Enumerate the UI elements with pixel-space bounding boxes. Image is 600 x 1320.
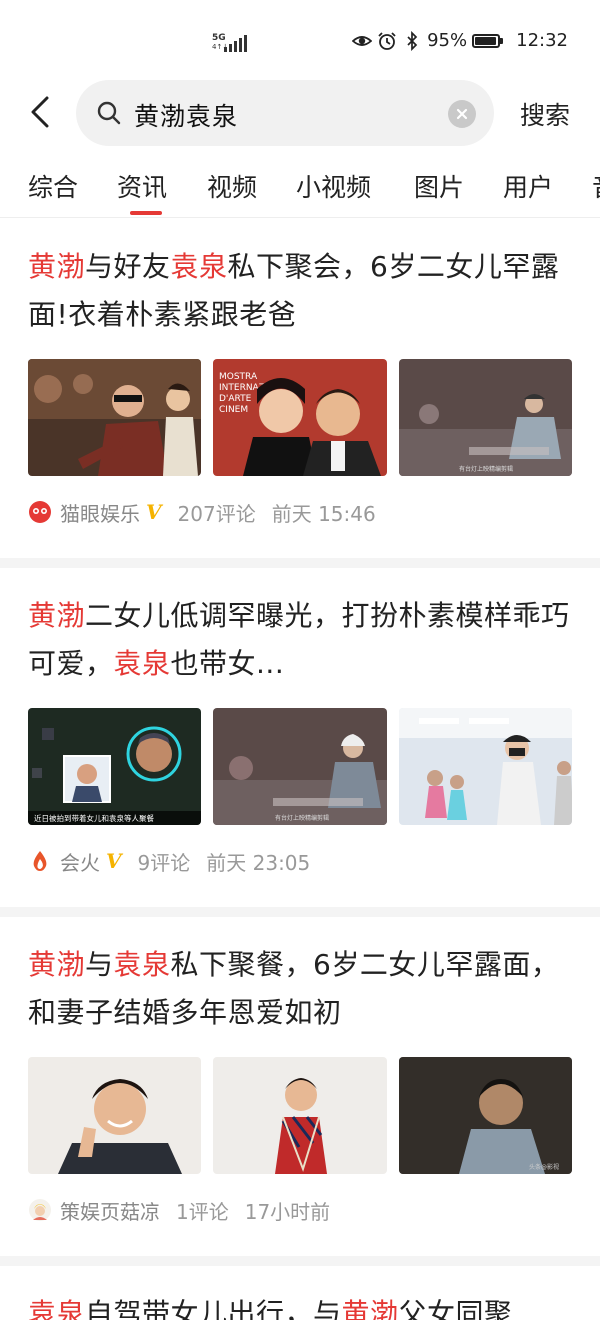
- bluetooth-icon: [407, 30, 418, 51]
- publish-time: 17小时前: [244, 1199, 331, 1224]
- thumbnail-row: MOSTRA INTERNAZ D'ARTE CINEM 有台灯上映精编剪辑: [28, 359, 572, 476]
- title-keyword-highlight: 黄渤: [341, 1297, 399, 1320]
- source-name[interactable]: 猫眼娱乐: [60, 498, 140, 527]
- avatar-girl-icon: [29, 1199, 51, 1221]
- title-text: 父女同聚: [398, 1297, 513, 1320]
- title-text: 也带女...: [170, 647, 285, 680]
- status-bar: 5G 4↑↓ 95% 12:32: [0, 0, 600, 88]
- clear-search-button[interactable]: [448, 100, 476, 128]
- tab-zonghe[interactable]: 综合: [28, 168, 78, 204]
- verified-badge: V: [106, 849, 122, 873]
- news-item[interactable]: 黄渤与袁泉私下聚餐，6岁二女儿罕露面，和妻子结婚多年恩爱如初 头条@影视 策娱页…: [0, 917, 600, 1266]
- title-text: 自驾带女儿出行，与: [85, 1297, 342, 1320]
- thumbnail-image[interactable]: [28, 1057, 202, 1174]
- search-submit-button[interactable]: 搜索: [520, 96, 570, 132]
- thumbnail-image[interactable]: [213, 1057, 387, 1174]
- clock-time: 12:32: [516, 30, 568, 51]
- active-tab-indicator: [130, 211, 162, 215]
- article-meta: 会火 V 9评论 前天 23:05: [28, 843, 572, 879]
- thumbnail-image[interactable]: [28, 359, 202, 476]
- alarm-icon: [378, 31, 396, 50]
- title-keyword-highlight: 袁泉: [113, 948, 171, 981]
- comment-count: 207评论: [177, 501, 256, 526]
- fire-drop-icon: [33, 851, 47, 871]
- article-title[interactable]: 黄渤二女儿低调罕曝光，打扮朴素模样乖巧可爱，袁泉也带女...: [28, 592, 572, 688]
- tab-yonghu[interactable]: 用户: [503, 168, 553, 204]
- search-input[interactable]: 黄渤袁泉: [76, 80, 494, 146]
- status-indicators: 95% 12:32: [352, 30, 568, 51]
- tab-shipin[interactable]: 视频: [207, 168, 257, 204]
- thumbnail-image[interactable]: 近日被拍到带着女儿和袁泉等人聚餐: [28, 708, 202, 825]
- svg-text:有台灯上映精编剪辑: 有台灯上映精编剪辑: [459, 465, 513, 473]
- section-divider: [0, 907, 600, 917]
- back-button[interactable]: [20, 92, 60, 132]
- thumbnail-row: 头条@影视: [28, 1057, 572, 1174]
- news-item[interactable]: 黄渤二女儿低调罕曝光，打扮朴素模样乖巧可爱，袁泉也带女... 近日被拍到带着女儿…: [0, 568, 600, 917]
- thumbnail-image[interactable]: 有台灯上映精编剪辑: [213, 708, 387, 825]
- thumbnail-image[interactable]: [398, 708, 572, 825]
- category-tabs: 综合 资讯 视频 小视频 图片 用户 音: [0, 158, 600, 218]
- thumbnail-row: 近日被拍到带着女儿和袁泉等人聚餐 有台灯上映精编剪辑: [28, 708, 572, 825]
- thumbnail-image[interactable]: 头条@影视: [398, 1057, 572, 1174]
- title-text: 二女儿低调罕曝光，打扮朴素模样乖巧可爱，: [28, 599, 570, 680]
- title-keyword-highlight: 袁泉: [28, 1297, 86, 1320]
- svg-text:有台灯上映精编剪辑: 有台灯上映精编剪辑: [275, 814, 329, 822]
- publish-time: 前天 15:46: [271, 501, 376, 526]
- source-name[interactable]: 策娱页菇凉: [60, 1196, 160, 1225]
- comment-count: 1评论: [176, 1199, 229, 1224]
- search-query-text[interactable]: 黄渤袁泉: [134, 97, 238, 133]
- article-title[interactable]: 黄渤与好友袁泉私下聚会，6岁二女儿罕露面!衣着朴素紧跟老爸: [28, 243, 572, 339]
- svg-text:D'ARTE: D'ARTE: [219, 394, 252, 404]
- article-meta: 策娱页菇凉 1评论 17小时前: [28, 1192, 572, 1228]
- verified-badge: V: [146, 500, 162, 524]
- title-keyword-highlight: 袁泉: [170, 250, 228, 283]
- tab-tupian[interactable]: 图片: [414, 168, 464, 204]
- svg-text:头条@影视: 头条@影视: [529, 1163, 559, 1171]
- title-keyword-highlight: 黄渤: [28, 599, 86, 632]
- maoyan-cat-icon: [29, 501, 51, 523]
- title-keyword-highlight: 黄渤: [28, 948, 86, 981]
- cellular-signal-icon: 5G 4↑↓: [212, 34, 247, 54]
- publish-time: 前天 23:05: [206, 850, 311, 875]
- article-title[interactable]: 袁泉自驾带女儿出行，与黄渤父女同聚: [28, 1290, 572, 1320]
- section-divider: [0, 558, 600, 568]
- chevron-left-icon: [31, 96, 49, 128]
- search-header: 黄渤袁泉 搜索: [0, 80, 600, 148]
- title-keyword-highlight: 袁泉: [113, 647, 171, 680]
- article-title[interactable]: 黄渤与袁泉私下聚餐，6岁二女儿罕露面，和妻子结婚多年恩爱如初: [28, 941, 572, 1037]
- source-name[interactable]: 会火: [60, 847, 100, 876]
- battery-icon: [472, 33, 504, 48]
- tab-yinyue[interactable]: 音: [592, 168, 600, 204]
- close-icon: [456, 108, 468, 120]
- section-divider: [0, 1256, 600, 1266]
- battery-percent: 95%: [427, 30, 468, 51]
- tab-zixun[interactable]: 资讯: [117, 168, 167, 204]
- search-icon: [97, 101, 121, 125]
- tab-xiaoshipin[interactable]: 小视频: [296, 168, 371, 204]
- news-item[interactable]: 袁泉自驾带女儿出行，与黄渤父女同聚: [0, 1266, 600, 1320]
- svg-text:CINEM: CINEM: [219, 405, 248, 415]
- news-feed: 黄渤与好友袁泉私下聚会，6岁二女儿罕露面!衣着朴素紧跟老爸 MOSTRA INT…: [0, 219, 600, 1320]
- thumbnail-image[interactable]: 有台灯上映精编剪辑: [398, 359, 572, 476]
- title-keyword-highlight: 黄渤: [28, 250, 86, 283]
- svg-text:近日被拍到带着女儿和袁泉等人聚餐: 近日被拍到带着女儿和袁泉等人聚餐: [34, 813, 154, 823]
- title-text: 与: [85, 948, 114, 981]
- eye-icon: [352, 35, 373, 46]
- title-text: 与好友: [85, 250, 171, 283]
- news-item[interactable]: 黄渤与好友袁泉私下聚会，6岁二女儿罕露面!衣着朴素紧跟老爸 MOSTRA INT…: [0, 219, 600, 568]
- svg-text:MOSTRA: MOSTRA: [219, 372, 258, 382]
- thumbnail-image[interactable]: MOSTRA INTERNAZ D'ARTE CINEM: [213, 359, 387, 476]
- comment-count: 9评论: [137, 850, 191, 875]
- article-meta: 猫眼娱乐 V 207评论 前天 15:46: [28, 494, 572, 530]
